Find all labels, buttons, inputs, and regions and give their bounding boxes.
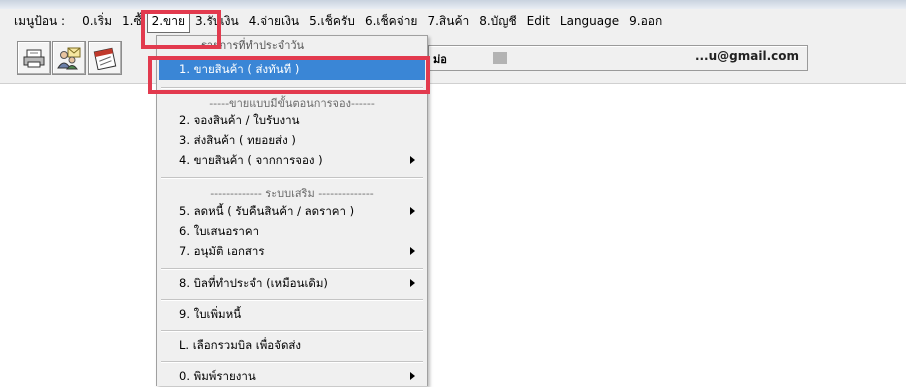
menu-lead-label: เมนูป้อน : xyxy=(14,13,66,28)
menu-bar: เมนูป้อน : 0.เริ่ม 1.ซื้ 2.ขาย 3.รับเงิน… xyxy=(0,9,906,33)
menu-sell-from-reservation-label: 4. ขายสินค้า ( จากการจอง ) xyxy=(179,153,323,167)
users-mail-button[interactable] xyxy=(52,41,86,75)
menu-combine-bills[interactable]: L. เลือกรวมบิล เพื่อจัดส่ง xyxy=(159,336,425,356)
menu-combine-bills-label: L. เลือกรวมบิล เพื่อจัดส่ง xyxy=(179,338,302,352)
group-label-extra: ------------- ระบบเสริม -------------- xyxy=(210,187,374,200)
menu-approve-documents[interactable]: 7. อนุมัติ เอกสาร xyxy=(159,242,425,262)
menu-reserve-product-label: 2. จองสินค้า / ใบรับงาน xyxy=(179,113,300,127)
submenu-arrow-icon xyxy=(410,372,415,380)
annotation-highlight-item xyxy=(148,56,430,94)
menu-separator xyxy=(161,299,423,301)
calendar-button[interactable] xyxy=(88,41,122,75)
menu-item-products[interactable]: 7.สินค้า xyxy=(422,11,474,32)
menu-item-language[interactable]: Language xyxy=(555,13,624,29)
menu-quotation-label: 6. ใบเสนอราคา xyxy=(179,224,260,238)
annotation-highlight-menu xyxy=(141,10,221,49)
printer-icon xyxy=(23,49,45,68)
menu-separator xyxy=(161,177,423,179)
submenu-arrow-icon xyxy=(410,247,415,255)
menu-item-pay-money[interactable]: 4.จ่ายเงิน xyxy=(244,11,304,32)
submenu-arrow-icon xyxy=(410,279,415,287)
menu-item-exit[interactable]: 9.ออก xyxy=(624,11,667,32)
status-email: ...u@gmail.com xyxy=(694,49,799,63)
menu-sell-from-reservation[interactable]: 4. ขายสินค้า ( จากการจอง ) xyxy=(159,151,425,171)
menu-reserve-product[interactable]: 2. จองสินค้า / ใบรับงาน xyxy=(159,111,425,131)
group-label-reservation: -----ขายแบบมีขั้นตอนการจอง------ xyxy=(209,97,375,110)
menu-print-report-label: 0. พิมพ์รายงาน xyxy=(179,369,256,383)
window-top-strip xyxy=(0,0,906,9)
menu-item-start[interactable]: 0.เริ่ม xyxy=(77,11,117,32)
menu-deliver-product-label: 3. ส่งสินค้า ( ทยอยส่ง ) xyxy=(179,133,296,147)
menu-recurring-bills[interactable]: 8. บิลที่ทำประจำ (เหมือนเดิม) xyxy=(159,274,425,294)
menu-item-accounts[interactable]: 8.บัญชี xyxy=(474,11,521,32)
menu-separator xyxy=(161,361,423,363)
menu-credit-note-label: 5. ลดหนี้ ( รับคืนสินค้า / ลดราคา ) xyxy=(179,204,355,218)
printer-button[interactable] xyxy=(17,41,51,75)
status-fragment: ม่อ xyxy=(433,53,447,66)
menu-separator xyxy=(161,330,423,332)
menu-credit-note[interactable]: 5. ลดหนี้ ( รับคืนสินค้า / ลดราคา ) xyxy=(159,202,425,222)
submenu-arrow-icon xyxy=(410,207,415,215)
submenu-arrow-icon xyxy=(410,156,415,164)
menu-item-cheque-pay[interactable]: 6.เช็คจ่าย xyxy=(360,11,423,32)
menu-debit-note-label: 9. ใบเพิ่มหนี้ xyxy=(179,307,242,321)
menu-item-cheque-receive[interactable]: 5.เช็ครับ xyxy=(304,11,360,32)
menu-print-report[interactable]: 0. พิมพ์รายงาน xyxy=(159,367,425,387)
menu-quotation[interactable]: 6. ใบเสนอราคา xyxy=(159,222,425,242)
menu-item-edit[interactable]: Edit xyxy=(522,13,555,29)
status-panel: ม่อ ...u@gmail.com xyxy=(428,45,808,71)
status-chip xyxy=(493,52,507,64)
menu-approve-documents-label: 7. อนุมัติ เอกสาร xyxy=(179,244,265,258)
calendar-icon xyxy=(93,47,117,70)
menu-recurring-bills-label: 8. บิลที่ทำประจำ (เหมือนเดิม) xyxy=(179,276,328,290)
menu-deliver-product[interactable]: 3. ส่งสินค้า ( ทยอยส่ง ) xyxy=(159,131,425,151)
users-envelope-icon xyxy=(57,47,81,70)
menu-debit-note[interactable]: 9. ใบเพิ่มหนี้ xyxy=(159,305,425,325)
menu-separator xyxy=(161,268,423,270)
